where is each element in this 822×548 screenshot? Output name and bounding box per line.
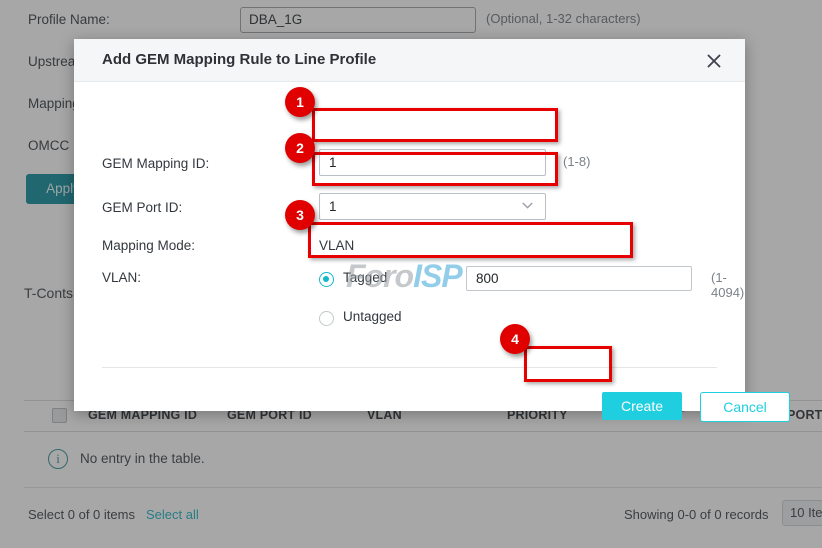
dialog-body: GEM Mapping ID: 1 (1-8) GEM Port ID: 1 M… — [74, 82, 745, 368]
chevron-down-icon[interactable] — [522, 202, 533, 209]
dialog-header: Add GEM Mapping Rule to Line Profile — [74, 39, 745, 82]
dialog-divider — [102, 367, 717, 368]
cancel-button[interactable]: Cancel — [700, 392, 790, 422]
step-badge-1: 1 — [285, 87, 315, 117]
add-gem-mapping-rule-dialog: Add GEM Mapping Rule to Line Profile GEM… — [74, 39, 745, 411]
dialog-title: Add GEM Mapping Rule to Line Profile — [102, 51, 376, 68]
create-button[interactable]: Create — [602, 392, 682, 420]
mapping-mode-value: VLAN — [319, 238, 354, 253]
vlan-hint: (1-4094) — [711, 270, 745, 300]
radio-tagged-label: Tagged — [343, 270, 387, 285]
vlan-label: VLAN: — [102, 270, 141, 285]
vlan-id-input[interactable]: 800 — [466, 266, 692, 291]
radio-tagged[interactable] — [319, 272, 334, 287]
step-badge-2: 2 — [285, 133, 315, 163]
mapping-mode-label: Mapping Mode: — [102, 238, 195, 253]
radio-untagged[interactable] — [319, 311, 334, 326]
step-badge-3: 3 — [285, 200, 315, 230]
gem-mapping-id-label: GEM Mapping ID: — [102, 156, 209, 171]
gem-port-id-select[interactable]: 1 — [319, 193, 546, 220]
gem-mapping-id-input[interactable]: 1 — [319, 149, 546, 176]
app-root: Profile Name: Upstrea Mapping OMCC E DBA… — [0, 0, 822, 548]
gem-port-id-label: GEM Port ID: — [102, 200, 182, 215]
step-badge-4: 4 — [500, 324, 530, 354]
gem-mapping-id-hint: (1-8) — [563, 154, 590, 169]
close-icon[interactable] — [703, 50, 725, 72]
radio-untagged-label: Untagged — [343, 309, 402, 324]
